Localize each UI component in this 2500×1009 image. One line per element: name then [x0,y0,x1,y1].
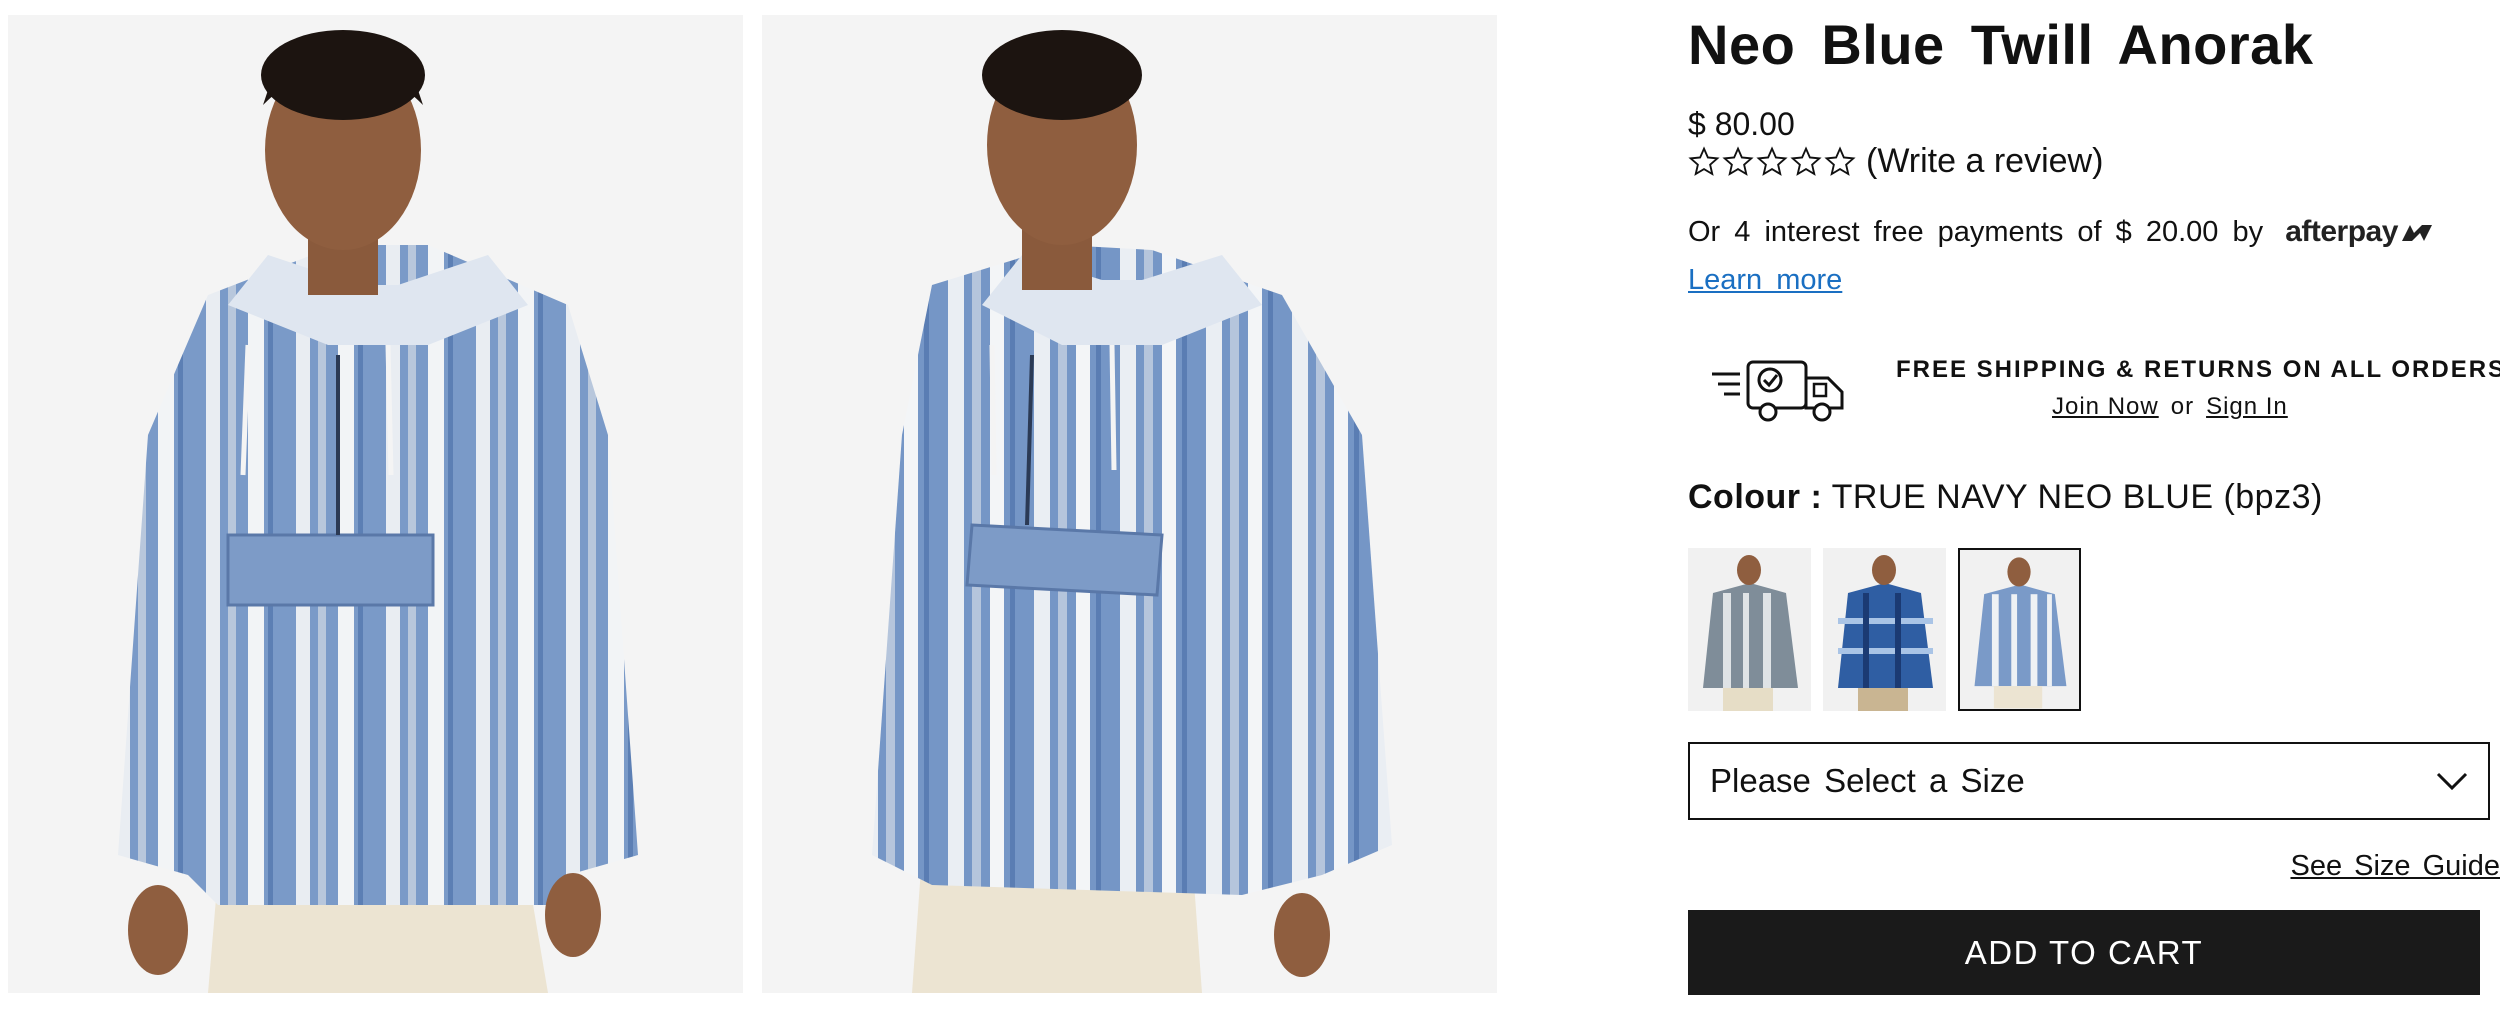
product-title: Neo Blue Twill Anorak [1688,13,2314,76]
size-select-placeholder: Please Select a Size [1710,762,2025,799]
add-to-cart-button[interactable]: ADD TO CART [1688,910,2480,995]
afterpay-logo-icon: afterpay [2285,215,2434,248]
star-outline-icon[interactable] [1790,145,1822,178]
product-photo-front[interactable] [8,15,743,993]
shipping-links: Join Now or Sign In [2052,393,2288,421]
afterpay-message: Or 4 interest free payments of $ 20.00 b… [1688,208,2468,304]
swatch-neo-blue-stripe[interactable] [1958,548,2081,711]
product-price: $ 80.00 [1688,106,1795,142]
model-front-image [118,30,638,993]
colour-row: Colour : TRUE NAVY NEO BLUE (bpz3) [1688,478,2323,517]
free-shipping-banner: FREE SHIPPING & RETURNS ON ALL ORDERS Jo… [1688,340,2500,440]
learn-more-link[interactable]: Learn more [1688,264,1842,296]
sign-in-link[interactable]: Sign In [2206,393,2288,420]
afterpay-text: Or 4 interest free payments of $ 20.00 b… [1688,216,2264,248]
size-guide-link[interactable]: See Size Guide [2290,850,2500,883]
swatch-striped-grey[interactable] [1688,548,1811,711]
star-outline-icon[interactable] [1722,145,1754,178]
join-now-link[interactable]: Join Now [2052,393,2159,420]
product-gallery [0,0,1500,1009]
delivery-truck-icon [1712,360,1844,422]
colour-value: TRUE NAVY NEO BLUE (bpz3) [1831,478,2323,516]
product-photo-side[interactable] [762,15,1497,993]
colour-swatches [1688,548,2081,711]
star-outline-icon[interactable] [1756,145,1788,178]
or-text: or [2170,393,2195,420]
shipping-headline: FREE SHIPPING & RETURNS ON ALL ORDERS [1896,356,2500,383]
swatch-blue-plaid[interactable] [1823,548,1946,711]
star-outline-icon[interactable] [1824,145,1856,178]
write-review-link[interactable]: (Write a review) [1866,142,2103,181]
rating-row: (Write a review) [1688,142,2103,181]
model-side-image [872,30,1392,993]
colour-label: Colour : [1688,478,1823,516]
star-rating[interactable] [1688,145,1856,178]
chevron-down-icon [2436,772,2468,791]
size-select[interactable]: Please Select a Size [1688,742,2490,820]
star-outline-icon[interactable] [1688,145,1720,178]
